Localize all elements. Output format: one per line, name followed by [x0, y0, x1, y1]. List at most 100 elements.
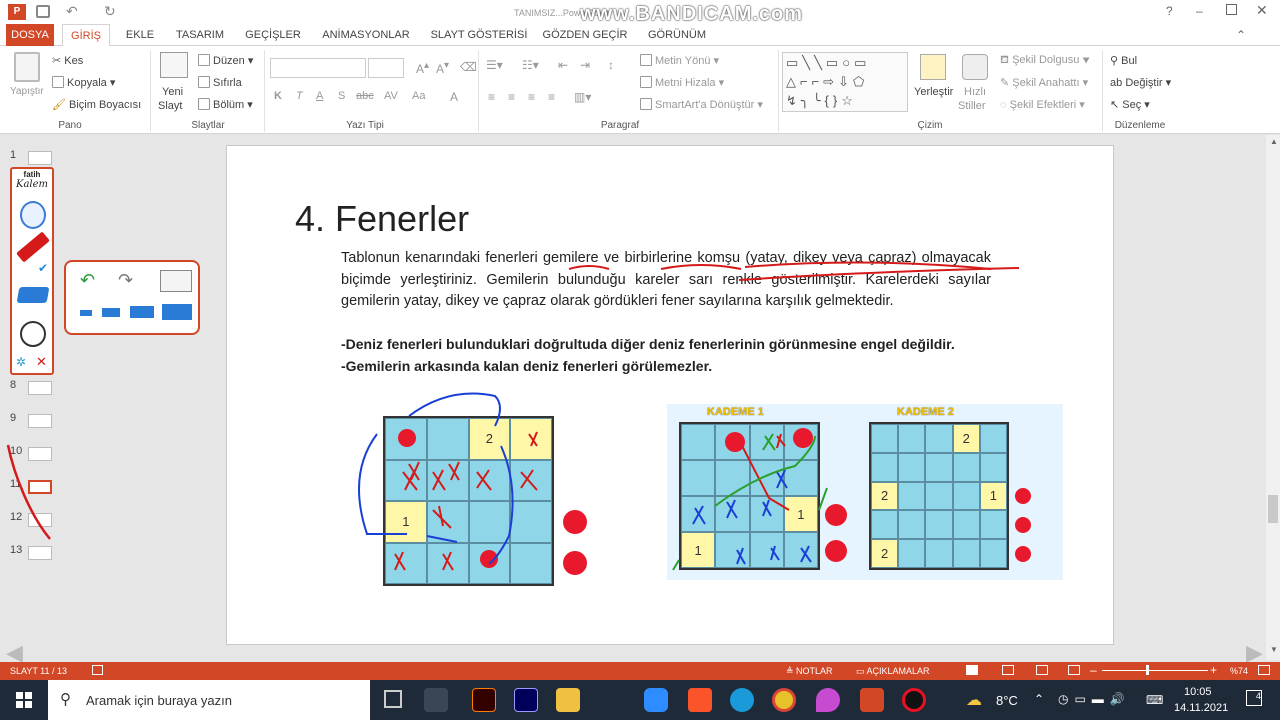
windows-start-icon[interactable]	[16, 692, 32, 708]
underline-button[interactable]: A	[316, 90, 323, 102]
zoom-level[interactable]: %74	[1230, 666, 1248, 676]
comments-button[interactable]: ▭ AÇIKLAMALAR	[856, 666, 930, 677]
illustrator-icon[interactable]	[472, 688, 496, 712]
zoom-slider-thumb[interactable]	[1146, 665, 1149, 675]
brave-browser-icon[interactable]	[688, 688, 712, 712]
char-spacing-icon[interactable]: AV	[384, 90, 398, 102]
decrease-indent-icon[interactable]: ⇤	[558, 58, 568, 72]
shapes-tool-icon[interactable]	[20, 321, 46, 347]
fit-slide-icon[interactable]	[1258, 665, 1270, 675]
new-slide-label-1[interactable]: Yeni	[162, 86, 183, 98]
weather-icon[interactable]: ☁	[966, 690, 982, 710]
replace-button[interactable]: ab Değiştir ▾	[1110, 76, 1171, 89]
redo-icon[interactable]: ↻	[104, 3, 116, 20]
bandicam-record-icon[interactable]	[902, 688, 926, 712]
notes-button[interactable]: ≜ NOTLAR	[786, 666, 833, 677]
arrange-label[interactable]: Yerleştir	[914, 86, 953, 98]
zoom-in-icon[interactable]: +	[1210, 663, 1217, 677]
quick-styles-icon[interactable]	[962, 54, 988, 80]
tab-design[interactable]: TASARIM	[170, 24, 230, 46]
eraser-small-icon[interactable]	[80, 310, 92, 316]
bullets-icon[interactable]: ☰▾	[486, 58, 503, 72]
eraser-large-icon[interactable]	[130, 306, 154, 318]
text-direction-button[interactable]: Metin Yönü ▾	[640, 54, 719, 67]
spellcheck-icon[interactable]	[92, 665, 103, 675]
strikethrough-button[interactable]: abc	[356, 90, 374, 102]
tab-file[interactable]: DOSYA	[6, 24, 54, 46]
zoom-app-icon[interactable]	[644, 688, 668, 712]
quick-styles-label-1[interactable]: Hızlı	[964, 86, 986, 98]
font-size-input[interactable]	[368, 58, 404, 78]
paint-drop-icon[interactable]	[816, 688, 840, 712]
arrange-icon[interactable]	[920, 54, 946, 80]
pen-tool-icon[interactable]	[16, 231, 50, 263]
new-slide-label-2[interactable]: Slayt	[158, 100, 182, 112]
eraser-medium-icon[interactable]	[102, 308, 120, 317]
slide-thumbnail-1[interactable]	[28, 151, 52, 165]
zoom-out-icon[interactable]: –	[1090, 663, 1097, 677]
tab-view[interactable]: GÖRÜNÜM	[640, 24, 714, 46]
slide-thumbnail-8[interactable]	[28, 381, 52, 395]
chevron-up-icon[interactable]: ⌃	[1034, 692, 1044, 706]
settings-gear-icon[interactable]: ✲	[16, 355, 26, 369]
align-left-icon[interactable]: ≡	[488, 90, 495, 104]
help-button[interactable]: ?	[1166, 4, 1173, 18]
undo-arrow-icon[interactable]: ↶	[80, 270, 95, 291]
format-painter-button[interactable]: 🖌 Biçim Boyacısı	[52, 98, 141, 111]
hand-pointer-icon[interactable]	[20, 201, 46, 229]
shrink-font-icon[interactable]: A▾	[436, 60, 449, 76]
pen-app-icon[interactable]	[424, 688, 448, 712]
shape-effects-button[interactable]: ◌ Şekil Efektleri ▾	[1000, 98, 1085, 111]
shape-outline-button[interactable]: ✎ Şekil Anahattı ▾	[1000, 76, 1088, 89]
numbering-icon[interactable]: ☷▾	[522, 58, 539, 72]
undo-icon[interactable]: ↶	[66, 3, 78, 20]
new-slide-icon[interactable]	[160, 52, 188, 78]
close-toolbar-icon[interactable]: ✕	[36, 354, 47, 370]
tab-home[interactable]: GİRİŞ	[62, 24, 110, 47]
maximize-button[interactable]	[1226, 4, 1237, 15]
align-center-icon[interactable]: ≡	[508, 90, 515, 104]
close-button[interactable]: ✕	[1256, 2, 1268, 19]
align-right-icon[interactable]: ≡	[528, 90, 535, 104]
quick-styles-label-2[interactable]: Stiller	[958, 100, 986, 112]
eraser-icon[interactable]	[16, 287, 50, 303]
shapes-gallery[interactable]: ▭╲╲▭○▭ △⌐⌐⇨⇩⬠ ↯╮╰{}☆	[782, 52, 908, 112]
scroll-thumb[interactable]	[1268, 495, 1278, 523]
slide-sorter-icon[interactable]	[1002, 665, 1014, 675]
align-text-button[interactable]: Metni Hizala ▾	[640, 76, 724, 89]
notification-center[interactable]: 4	[1246, 690, 1262, 706]
font-name-input[interactable]	[270, 58, 366, 78]
shape-fill-button[interactable]: ⛾ Şekil Dolgusu ▾	[1000, 54, 1090, 68]
clear-format-icon[interactable]: ⌫	[460, 60, 477, 74]
tab-review[interactable]: GÖZDEN GEÇİR	[540, 24, 630, 46]
paste-label[interactable]: Yapıştır	[10, 86, 44, 97]
reading-view-icon[interactable]	[1036, 665, 1048, 675]
scroll-up-icon[interactable]: ▲	[1270, 137, 1278, 146]
language-icon[interactable]: ⌨	[1146, 693, 1163, 707]
font-color-button[interactable]: A	[450, 90, 458, 104]
slide-canvas[interactable]: 4. Fenerler Tablonun kenarındaki fenerle…	[226, 145, 1114, 645]
minimize-button[interactable]: –	[1196, 4, 1203, 18]
tray-icons[interactable]: ◷▭▬🔊	[1058, 692, 1131, 706]
find-button[interactable]: ⚲ Bul	[1110, 54, 1137, 67]
tab-transitions[interactable]: GEÇİŞLER	[240, 24, 306, 46]
scroll-down-icon[interactable]: ▼	[1270, 645, 1278, 654]
save-icon[interactable]	[36, 5, 50, 18]
after-effects-icon[interactable]	[514, 688, 538, 712]
chrome-icon[interactable]	[772, 688, 796, 712]
eraser-xlarge-icon[interactable]	[162, 304, 192, 320]
slideshow-view-icon[interactable]	[1068, 665, 1080, 675]
section-button[interactable]: Bölüm ▾	[198, 98, 253, 111]
copy-button[interactable]: Kopyala ▾	[52, 76, 115, 89]
cut-button[interactable]: ✂ Kes	[52, 54, 83, 67]
tab-insert[interactable]: EKLE	[118, 24, 162, 46]
paste-icon[interactable]	[14, 52, 40, 82]
select-button[interactable]: ↖ Seç ▾	[1110, 98, 1150, 111]
zoom-slider[interactable]	[1102, 670, 1208, 671]
bold-button[interactable]: K	[274, 90, 282, 102]
reset-button[interactable]: Sıfırla	[198, 76, 242, 89]
normal-view-icon[interactable]	[966, 665, 978, 675]
whiteboard-icon[interactable]	[160, 270, 192, 292]
smartart-button[interactable]: SmartArt'a Dönüştür ▾	[640, 98, 763, 111]
tab-slideshow[interactable]: SLAYT GÖSTERİSİ	[426, 24, 532, 46]
